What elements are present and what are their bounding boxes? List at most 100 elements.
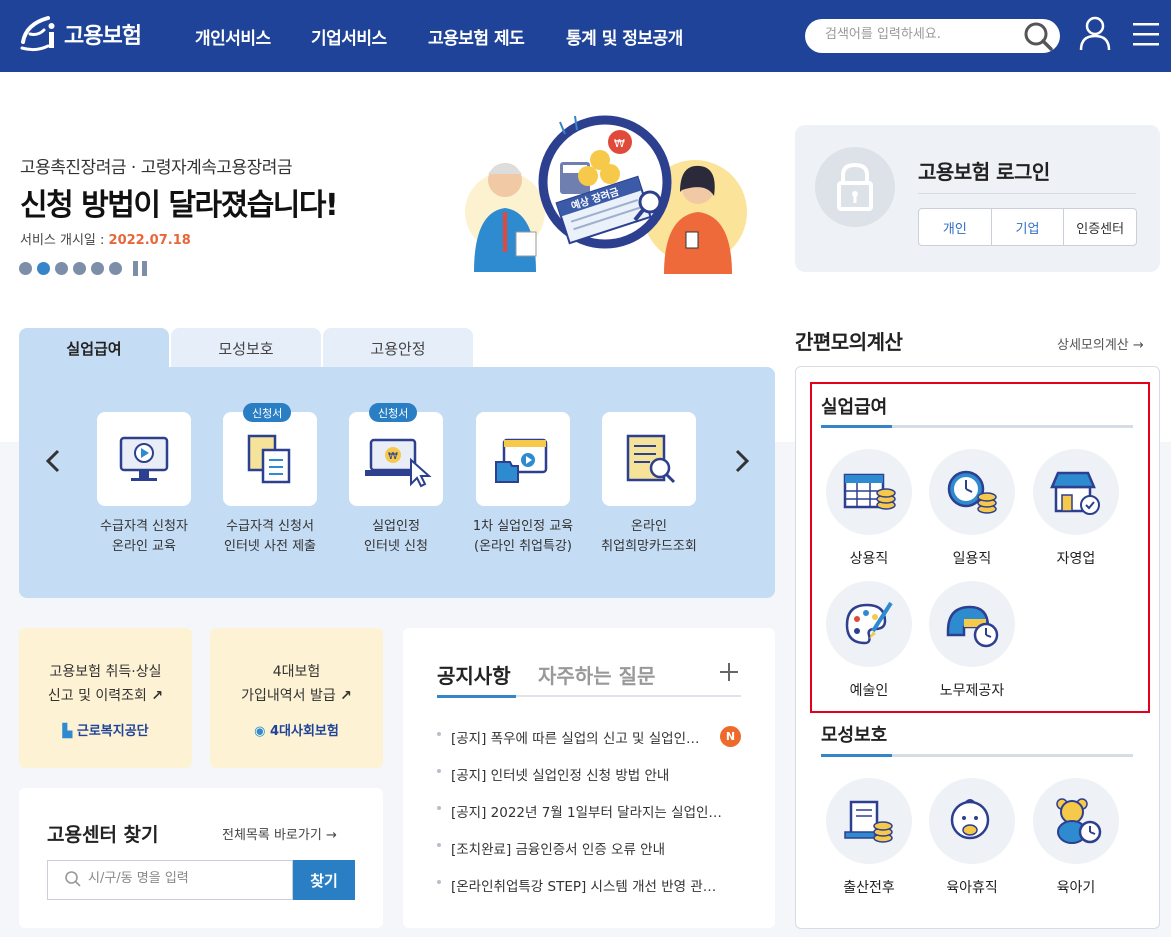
tab-employment-stability[interactable]: 고용안정 bbox=[323, 328, 473, 368]
chevron-left-icon[interactable] bbox=[42, 448, 64, 474]
pause-icon[interactable] bbox=[133, 261, 149, 276]
tab-notice[interactable]: 공지사항 bbox=[437, 660, 511, 689]
notice-item-5[interactable]: [온라인취업특강 STEP] 시스템 개선 반영 관련 안내 bbox=[437, 875, 727, 895]
calc-title: 간편모의계산 bbox=[795, 330, 903, 354]
banner-date: 서비스 개시일 : 2022.07.18 bbox=[20, 229, 191, 248]
calc-label-regular: 상용직 bbox=[849, 551, 889, 567]
banner-date-value: 2022.07.18 bbox=[108, 233, 191, 248]
arrow-right-icon: → bbox=[1132, 338, 1144, 353]
search-input[interactable] bbox=[825, 27, 1025, 42]
calendar-coins-icon bbox=[843, 473, 896, 510]
slide-dot-6[interactable] bbox=[109, 262, 122, 275]
helmet-clock-icon bbox=[946, 605, 999, 648]
laptop-click-icon: ₩ bbox=[365, 438, 432, 488]
tab-unemployment[interactable]: 실업급여 bbox=[19, 328, 169, 368]
calc-label-labor-provider: 노무제공자 bbox=[939, 683, 1005, 699]
card-2-text: 4대보험 가입내역서 발급 ↗ bbox=[210, 660, 383, 708]
svc-online-education-button[interactable] bbox=[97, 412, 191, 506]
calc-label-parental-leave: 육아휴직 bbox=[946, 880, 998, 896]
svc-precheck-submit-button[interactable] bbox=[223, 412, 317, 506]
calc-label-childcare-period: 육아기 bbox=[1056, 880, 1096, 896]
applicaton-badge-2: 신청서 bbox=[369, 403, 418, 422]
logo-text: 고용보험 bbox=[64, 24, 142, 49]
notice-item-1[interactable]: [공지] 폭우에 따른 실업의 신고 및 실업인정 안내 bbox=[437, 727, 707, 747]
banner-illustration: ₩ 예상 장려금 bbox=[460, 112, 750, 282]
kcomwel-logo-icon: ▙ bbox=[62, 724, 73, 739]
calc-daily-worker-button[interactable] bbox=[929, 449, 1015, 535]
calc-childbirth-button[interactable] bbox=[826, 778, 912, 864]
nav-personal[interactable]: 개인서비스 bbox=[195, 24, 271, 49]
svc-label-5-line2: 취업희망카드조회 bbox=[601, 539, 697, 554]
card-1-org-name: 근로복지공단 bbox=[76, 724, 149, 739]
document-coins-icon bbox=[844, 800, 893, 843]
site-logo[interactable]: 고용보험 bbox=[18, 12, 142, 56]
slide-dot-5[interactable] bbox=[91, 262, 104, 275]
store-check-icon bbox=[1050, 471, 1100, 515]
center-search-input[interactable] bbox=[88, 871, 283, 886]
svc-label-1-line1: 수급자격 신청자 bbox=[100, 519, 188, 534]
svc-first-education-button[interactable] bbox=[476, 412, 570, 506]
user-icon[interactable] bbox=[1078, 14, 1112, 54]
slide-dot-4[interactable] bbox=[73, 262, 86, 275]
card-1-org: ▙ 근로복지공단 bbox=[19, 720, 192, 739]
card-four-insurance[interactable]: 4대보험 가입내역서 발급 ↗ ◉ 4대사회보험 bbox=[210, 628, 383, 768]
calc-self-employed-button[interactable] bbox=[1033, 449, 1119, 535]
clock-coins-icon bbox=[947, 470, 997, 514]
svc-label-1-line2: 온라인 교육 bbox=[112, 539, 176, 554]
slide-dot-3[interactable] bbox=[55, 262, 68, 275]
logo-mark-icon bbox=[18, 12, 62, 56]
calc-label-self-employed: 자영업 bbox=[1056, 551, 1096, 567]
notice-item-2[interactable]: [공지] 인터넷 실업인정 신청 방법 안내 bbox=[437, 764, 727, 784]
notice-active-indicator bbox=[437, 695, 516, 698]
search-icon[interactable] bbox=[1022, 21, 1056, 51]
login-divider bbox=[918, 193, 1136, 194]
svc-label-3-line2: 인터넷 신청 bbox=[364, 539, 428, 554]
login-personal-button[interactable]: 개인 bbox=[919, 209, 992, 245]
svc-label-3-line1: 실업인정 bbox=[372, 519, 420, 534]
svc-label-2-line2: 인터넷 사전 제출 bbox=[224, 539, 316, 554]
external-link-icon: ↗ bbox=[340, 688, 352, 704]
hamburger-menu-icon[interactable] bbox=[1133, 22, 1159, 46]
card-insurance-report[interactable]: 고용보험 취득·상실 신고 및 이력조회 ↗ ▙ 근로복지공단 bbox=[19, 628, 192, 768]
nav-statistics[interactable]: 통계 및 정보공개 bbox=[566, 24, 683, 49]
login-business-button[interactable]: 기업 bbox=[992, 209, 1065, 245]
calc-regular-worker-button[interactable] bbox=[826, 449, 912, 535]
svc-label-4-line2: (온라인 취업특강) bbox=[474, 539, 572, 554]
center-search-button[interactable]: 찾기 bbox=[293, 860, 355, 900]
calc-label-childbirth: 출산전후 bbox=[843, 880, 895, 896]
plus-icon[interactable] bbox=[719, 662, 739, 686]
notice-item-4[interactable]: [조치완료] 금융인증서 인증 오류 안내 bbox=[437, 838, 727, 858]
login-title: 고용보험 로그인 bbox=[918, 160, 1050, 184]
card-2-line2-text: 가입내역서 발급 bbox=[241, 688, 336, 704]
svc-label-5: 온라인 취업희망카드조회 bbox=[584, 517, 714, 557]
tab-faq[interactable]: 자주하는 질문 bbox=[538, 660, 655, 689]
tab-maternity[interactable]: 모성보호 bbox=[171, 328, 321, 368]
calc-childcare-period-button[interactable] bbox=[1033, 778, 1119, 864]
chevron-right-icon[interactable] bbox=[731, 448, 753, 474]
slide-dot-2[interactable] bbox=[37, 262, 50, 275]
calc-section-unemployment-title: 실업급여 bbox=[821, 397, 888, 418]
calc-parental-leave-button[interactable] bbox=[929, 778, 1015, 864]
document-search-icon bbox=[626, 434, 676, 484]
calc-section-indicator-2 bbox=[821, 754, 892, 757]
nav-system[interactable]: 고용보험 제도 bbox=[428, 24, 525, 49]
card-2-org: ◉ 4대사회보험 bbox=[210, 720, 383, 739]
teddy-bear-clock-icon bbox=[1056, 798, 1102, 844]
nav-business[interactable]: 기업서비스 bbox=[311, 24, 387, 49]
svc-unemployment-recognition-button[interactable]: ₩ bbox=[349, 412, 443, 506]
login-tabs: 개인 기업 인증센터 bbox=[918, 208, 1137, 246]
banner-title[interactable]: 신청 방법이 달라졌습니다! bbox=[20, 180, 339, 224]
center-list-link-text: 전체목록 바로가기 bbox=[222, 828, 322, 843]
calc-labor-provider-button[interactable] bbox=[929, 581, 1015, 667]
svg-text:₩: ₩ bbox=[388, 451, 398, 462]
center-list-link[interactable]: 전체목록 바로가기 → bbox=[222, 824, 337, 843]
login-cert-center-button[interactable]: 인증센터 bbox=[1064, 209, 1136, 245]
notice-item-3[interactable]: [공지] 2022년 7월 1일부터 달라지는 실업인정 안내 bbox=[437, 801, 727, 821]
slide-dot-1[interactable] bbox=[19, 262, 32, 275]
calc-artist-button[interactable] bbox=[826, 581, 912, 667]
calc-section-indicator-1 bbox=[821, 425, 892, 428]
card-1-text: 고용보험 취득·상실 신고 및 이력조회 ↗ bbox=[19, 660, 192, 708]
banner-date-label: 서비스 개시일 : bbox=[20, 233, 109, 248]
calc-detail-link[interactable]: 상세모의계산 → bbox=[1057, 334, 1144, 353]
svc-job-card-lookup-button[interactable] bbox=[602, 412, 696, 506]
